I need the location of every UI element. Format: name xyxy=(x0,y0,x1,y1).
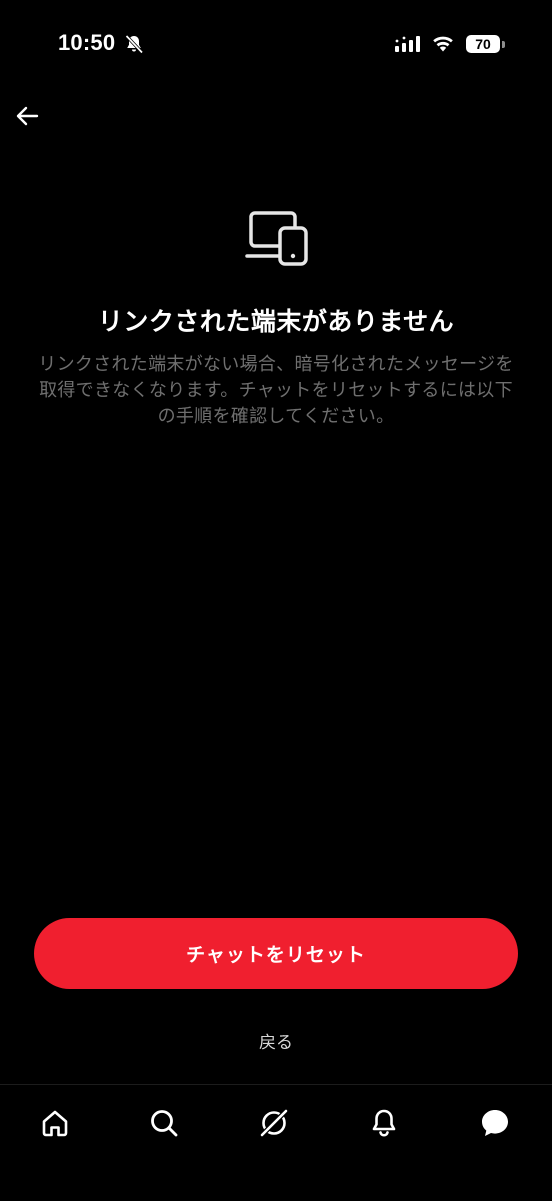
home-icon xyxy=(42,1110,68,1137)
nav-messages[interactable] xyxy=(473,1101,517,1145)
status-bar: 10:50 70 xyxy=(0,0,552,90)
empty-state-description: リンクされた端末がない場合、暗号化されたメッセージを取得できなくなります。チャッ… xyxy=(38,354,514,427)
notifications-icon xyxy=(372,1109,396,1137)
devices-icon xyxy=(245,211,308,266)
status-time: 10:50 xyxy=(58,30,116,55)
nav-home[interactable] xyxy=(33,1101,77,1145)
nav-notifications[interactable] xyxy=(362,1101,406,1145)
messages-icon xyxy=(482,1110,508,1136)
bell-slash-icon xyxy=(125,34,144,54)
nav-search[interactable] xyxy=(142,1101,186,1145)
explore-icon xyxy=(259,1108,289,1138)
reset-chat-button[interactable]: チャットをリセット xyxy=(34,918,518,989)
battery-cap xyxy=(502,41,505,48)
signal-icon xyxy=(395,36,420,52)
empty-state-title: リンクされた端末がありません xyxy=(97,307,455,336)
back-button[interactable] xyxy=(6,96,48,136)
back-link[interactable]: 戻る xyxy=(0,1028,552,1053)
arrow-left-icon xyxy=(16,106,39,126)
wifi-icon xyxy=(433,36,453,52)
nav-explore[interactable] xyxy=(252,1101,296,1145)
search-icon xyxy=(151,1110,178,1137)
battery-icon: 70 xyxy=(466,35,500,53)
bottom-nav xyxy=(0,1084,552,1201)
